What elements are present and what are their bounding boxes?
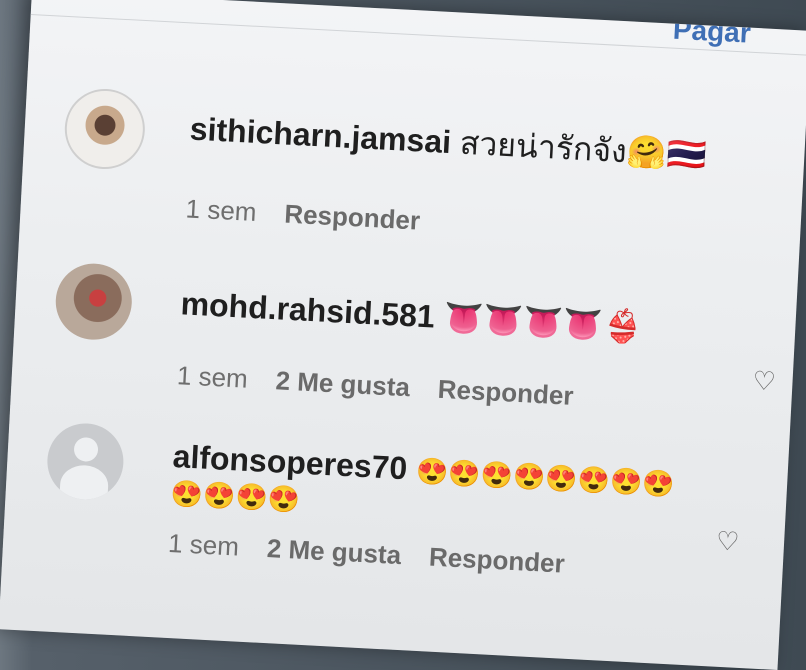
top-link[interactable]: Pagar [672,14,751,50]
comment-body: 👅👅👅👅👙 [442,299,644,346]
comment-meta: 1 sem 2 Me gusta Responder [167,528,565,580]
timestamp[interactable]: 1 sem [176,360,248,395]
timestamp[interactable]: 1 sem [185,193,257,228]
default-avatar-icon[interactable] [45,421,126,502]
likes-count[interactable]: 2 Me gusta [275,365,411,403]
user-avatar[interactable] [53,261,134,342]
comment-body: สวยน่ารักจัง🤗🇹🇭 [458,124,708,174]
username[interactable]: sithicharn.jamsai [189,110,452,160]
comment-meta: 1 sem Responder [185,193,421,236]
reply-button[interactable]: Responder [428,542,565,580]
comments-panel: Pagar sithicharn.jamsai สวยน่ารักจัง🤗🇹🇭 … [0,0,806,670]
heart-icon[interactable]: ♡ [715,526,740,557]
heart-icon[interactable]: ♡ [752,365,777,396]
comment-text: mohd.rahsid.581 👅👅👅👅👙 [180,284,644,346]
comment-meta: 1 sem 2 Me gusta Responder [176,360,574,412]
comment-text: sithicharn.jamsai สวยน่ารักจัง🤗🇹🇭 [189,103,708,181]
comment-body: 😍😍😍😍😍😍😍😍 [415,455,676,500]
reply-button[interactable]: Responder [284,199,421,237]
user-avatar[interactable] [62,86,147,172]
timestamp[interactable]: 1 sem [167,528,239,563]
likes-count[interactable]: 2 Me gusta [266,533,402,571]
reply-button[interactable]: Responder [437,374,574,412]
username[interactable]: mohd.rahsid.581 [180,285,436,334]
comment-body-line2: 😍😍😍😍 [170,477,301,515]
